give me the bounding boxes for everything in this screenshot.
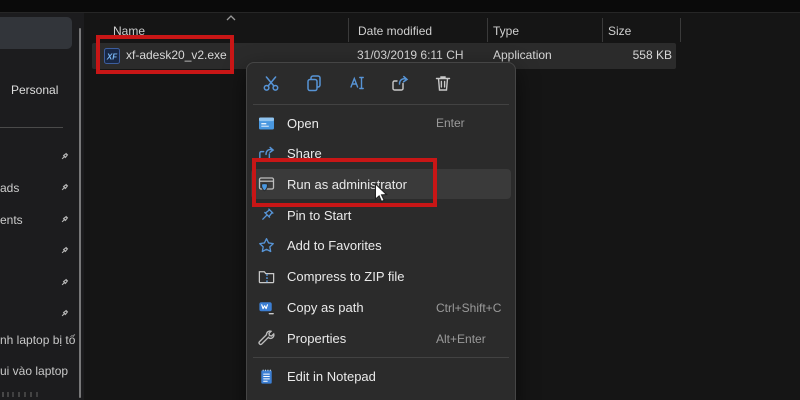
sidebar-pinned-item[interactable] bbox=[0, 147, 76, 167]
menu-item-add-to-favorites[interactable]: Add to Favorites bbox=[247, 230, 515, 261]
column-header-size[interactable]: Size bbox=[608, 20, 631, 42]
column-header-date-modified[interactable]: Date modified bbox=[358, 20, 432, 42]
menu-item-pin-to-start[interactable]: Pin to Start bbox=[247, 200, 515, 230]
sidebar-item-personal[interactable]: Personal bbox=[11, 83, 58, 97]
sidebar-item-text[interactable]: nh laptop bị tố bbox=[0, 333, 84, 347]
menu-item-open[interactable]: Open Enter bbox=[247, 108, 515, 138]
menu-item-compress-to-zip[interactable]: Compress to ZIP file bbox=[247, 261, 515, 292]
notepad-icon bbox=[257, 367, 276, 386]
sidebar-item-text[interactable]: ui vào laptop bbox=[0, 364, 84, 378]
run-as-administrator-icon bbox=[257, 175, 276, 194]
pin-icon bbox=[58, 151, 70, 163]
sidebar-item-selected[interactable] bbox=[0, 17, 72, 49]
rename-button[interactable] bbox=[343, 69, 371, 97]
pin-icon bbox=[58, 277, 70, 289]
quick-actions-bar bbox=[247, 63, 515, 103]
sidebar-pinned-item[interactable]: ents bbox=[0, 210, 76, 230]
wrench-icon bbox=[257, 329, 276, 348]
mouse-cursor bbox=[374, 183, 388, 203]
pin-icon bbox=[58, 214, 70, 226]
cut-icon bbox=[261, 73, 281, 93]
pin-to-start-icon bbox=[257, 206, 276, 225]
file-size: 558 KB bbox=[562, 48, 672, 62]
svg-text:XF: XF bbox=[106, 53, 118, 62]
pin-icon bbox=[58, 245, 70, 257]
menu-divider bbox=[253, 104, 509, 105]
file-type: Application bbox=[493, 48, 552, 62]
column-header-type[interactable]: Type bbox=[493, 20, 519, 42]
column-header-name[interactable]: Name bbox=[113, 20, 145, 42]
share-icon bbox=[390, 73, 410, 93]
window-top-strip bbox=[0, 0, 800, 13]
star-icon bbox=[257, 236, 276, 255]
shortcut: Ctrl+Shift+C bbox=[436, 301, 506, 315]
sidebar-divider bbox=[0, 127, 63, 128]
pin-icon bbox=[58, 308, 70, 320]
sidebar-pinned-item[interactable] bbox=[0, 304, 76, 324]
column-divider[interactable] bbox=[487, 18, 488, 42]
sidebar-pinned-item[interactable]: ads bbox=[0, 178, 76, 198]
share-icon bbox=[257, 144, 276, 163]
menu-item-share[interactable]: Share bbox=[247, 138, 515, 168]
sort-ascending-icon bbox=[225, 14, 237, 22]
navigation-pane: Personal ads ents nh laptop bị tố ui vào… bbox=[0, 13, 84, 400]
delete-button[interactable] bbox=[429, 69, 457, 97]
file-name: xf-adesk20_v2.exe bbox=[126, 48, 227, 62]
column-divider[interactable] bbox=[680, 18, 681, 42]
context-menu: Open Enter Share Run as administrator Pi… bbox=[246, 62, 516, 400]
copy-button[interactable] bbox=[300, 69, 328, 97]
xf-exe-icon: XF bbox=[104, 48, 120, 64]
copy-icon bbox=[304, 73, 324, 93]
shortcut: Alt+Enter bbox=[436, 332, 506, 346]
menu-divider bbox=[253, 357, 509, 358]
sidebar-pinned-item[interactable] bbox=[0, 241, 76, 261]
file-date-modified: 31/03/2019 6:11 CH bbox=[357, 48, 464, 62]
sidebar-item-clipped bbox=[2, 392, 72, 397]
cut-button[interactable] bbox=[257, 69, 285, 97]
rename-icon bbox=[347, 73, 367, 93]
zip-folder-icon bbox=[257, 267, 276, 286]
sidebar-pinned-item[interactable] bbox=[0, 273, 76, 293]
menu-item-copy-as-path[interactable]: Copy as path Ctrl+Shift+C bbox=[247, 292, 515, 323]
delete-icon bbox=[433, 73, 453, 93]
column-divider[interactable] bbox=[602, 18, 603, 42]
sidebar-scrollbar[interactable] bbox=[79, 28, 81, 398]
copy-as-path-icon bbox=[257, 298, 276, 317]
share-button[interactable] bbox=[386, 69, 414, 97]
open-icon bbox=[257, 114, 276, 133]
menu-item-edit-in-notepad[interactable]: Edit in Notepad bbox=[247, 361, 515, 391]
pin-icon bbox=[58, 182, 70, 194]
shortcut: Enter bbox=[436, 116, 506, 130]
menu-item-properties[interactable]: Properties Alt+Enter bbox=[247, 323, 515, 354]
column-divider[interactable] bbox=[348, 18, 349, 42]
